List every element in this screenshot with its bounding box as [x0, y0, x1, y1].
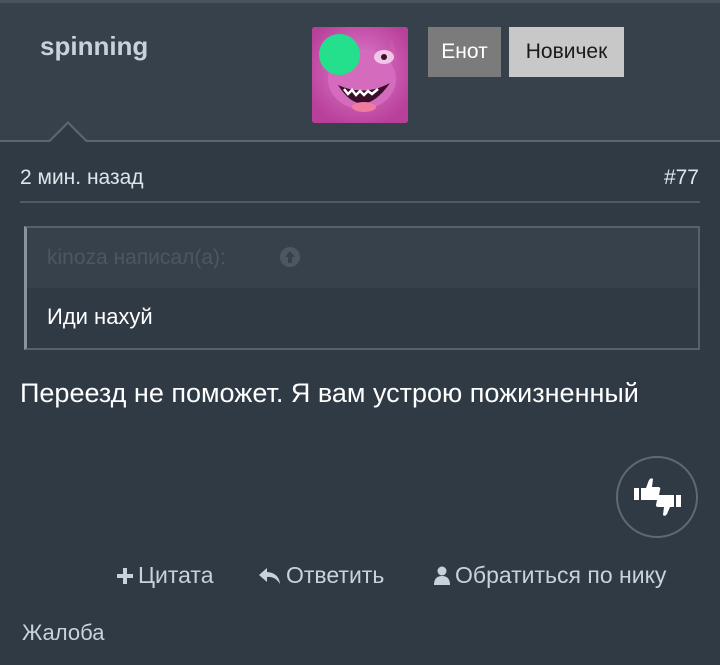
user-rank-badge: Енот — [428, 27, 501, 77]
post-number-link[interactable]: #77 — [664, 166, 699, 190]
arrow-up-circle-icon[interactable] — [279, 246, 301, 268]
rate-button[interactable] — [616, 456, 698, 538]
reply-button[interactable]: Ответить — [258, 562, 384, 589]
meta-divider — [20, 201, 700, 203]
quote-header: kinoza написал(а): — [27, 228, 698, 288]
reply-icon — [259, 567, 280, 584]
mention-button[interactable]: Обратиться по нику — [433, 562, 666, 589]
quote-button-label: Цитата — [138, 562, 214, 588]
online-status-dot — [319, 34, 360, 75]
mention-button-label: Обратиться по нику — [455, 562, 667, 588]
user-title-badge: Новичек — [509, 27, 624, 77]
reply-button-label: Ответить — [286, 562, 385, 588]
plus-icon — [117, 567, 133, 584]
thumbs-up-down-icon — [634, 478, 681, 516]
post-actions: Цитата Ответить Обратиться по нику — [0, 562, 720, 594]
header-pointer-fill — [50, 124, 86, 142]
post-author-header: spinning Енот Новичек — [0, 3, 720, 141]
post-container: spinning Енот Новичек 2 мин. назад #77 k… — [0, 0, 720, 665]
quote-author[interactable]: kinoza написал(а): — [47, 246, 226, 270]
author-username[interactable]: spinning — [40, 31, 148, 62]
quote-text: Иди нахуй — [47, 304, 153, 329]
user-icon — [434, 566, 450, 585]
quote-button[interactable]: Цитата — [116, 562, 214, 589]
report-link[interactable]: Жалоба — [22, 620, 104, 646]
post-body: Переезд не поможет. Я вам устрою пожизне… — [20, 378, 639, 408]
quote-block: kinoza написал(а): Иди нахуй — [24, 226, 700, 350]
header-divider — [0, 140, 720, 142]
post-timestamp: 2 мин. назад — [20, 166, 144, 189]
